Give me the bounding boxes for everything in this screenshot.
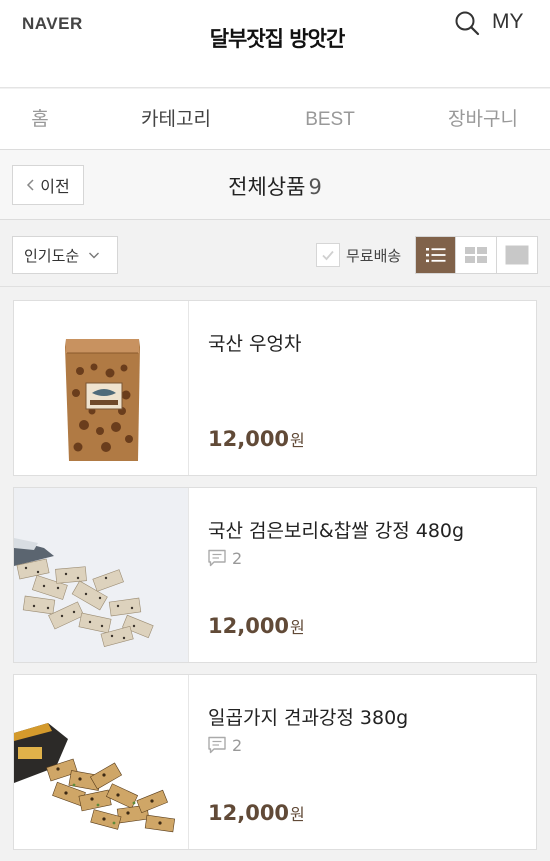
sort-label: 인기도순 [24, 246, 80, 265]
review-count: 2 [207, 735, 242, 755]
product-name[interactable]: 일곱가지 견과강정 380g [208, 703, 408, 730]
price-value: 12,000 [208, 427, 290, 451]
product-price: 12,000원 [208, 614, 305, 638]
price-currency: 원 [290, 618, 305, 637]
tab-category[interactable]: 카테고리 [120, 89, 232, 150]
chevron-left-icon [27, 179, 34, 191]
my-page-button[interactable]: MY [492, 10, 524, 34]
grid-view-icon [465, 247, 488, 263]
price-currency: 원 [290, 431, 305, 450]
naver-logo[interactable]: NAVER [22, 14, 83, 34]
sort-dropdown[interactable]: 인기도순 [12, 236, 118, 274]
product-price: 12,000원 [208, 427, 305, 451]
price-value: 12,000 [208, 801, 290, 825]
product-card[interactable]: 국산 검은보리&찹쌀 강정 480g 2 12,000원 [13, 487, 537, 663]
product-name[interactable]: 국산 우엉차 [208, 329, 301, 356]
product-image[interactable] [14, 675, 189, 849]
tab-home[interactable]: 홈 [0, 89, 80, 150]
free-shipping-filter[interactable]: 무료배송 [316, 243, 401, 267]
list-view-icon [425, 248, 446, 263]
comment-icon [208, 549, 226, 567]
grid-view-button[interactable] [456, 237, 497, 273]
product-card[interactable]: 국산 우엉차 12,000원 [13, 300, 537, 476]
product-image[interactable] [14, 488, 189, 662]
search-button[interactable] [452, 8, 484, 40]
tab-best[interactable]: BEST [280, 89, 380, 150]
price-value: 12,000 [208, 614, 290, 638]
chevron-down-icon [89, 252, 100, 259]
image-view-button[interactable] [497, 237, 537, 273]
page-header: 전체상품 9 이전 [0, 150, 550, 220]
review-count-value: 2 [232, 735, 243, 755]
list-view-button[interactable] [416, 237, 457, 273]
product-image[interactable] [14, 301, 189, 475]
view-mode-switcher [415, 236, 538, 274]
price-currency: 원 [290, 805, 305, 824]
page-title-text: 전체상품 [228, 175, 306, 199]
comment-icon [208, 736, 226, 754]
back-button-label: 이전 [40, 177, 70, 196]
review-count-value: 2 [232, 548, 243, 568]
free-shipping-checkbox[interactable] [316, 243, 340, 267]
store-brand-text: 달부잣집 방앗간 [209, 26, 346, 51]
store-brand-logo[interactable]: 달부잣집 방앗간 [210, 24, 346, 52]
check-icon [322, 250, 334, 261]
product-price: 12,000원 [208, 801, 305, 825]
image-view-icon [505, 245, 529, 265]
list-toolbar: 인기도순 무료배송 [0, 221, 550, 287]
search-icon [455, 11, 480, 36]
top-header: NAVER 달부잣집 방앗간 MY [0, 0, 550, 88]
back-button[interactable]: 이전 [12, 165, 84, 205]
tab-cart[interactable]: 장바구니 [430, 89, 536, 150]
product-card[interactable]: 일곱가지 견과강정 380g 2 12,000원 [13, 674, 537, 850]
review-count: 2 [207, 548, 242, 568]
main-nav: 홈 카테고리 BEST 장바구니 [0, 89, 550, 150]
product-name[interactable]: 국산 검은보리&찹쌀 강정 480g [208, 516, 464, 543]
free-shipping-label: 무료배송 [346, 246, 402, 265]
product-count: 9 [308, 175, 322, 199]
